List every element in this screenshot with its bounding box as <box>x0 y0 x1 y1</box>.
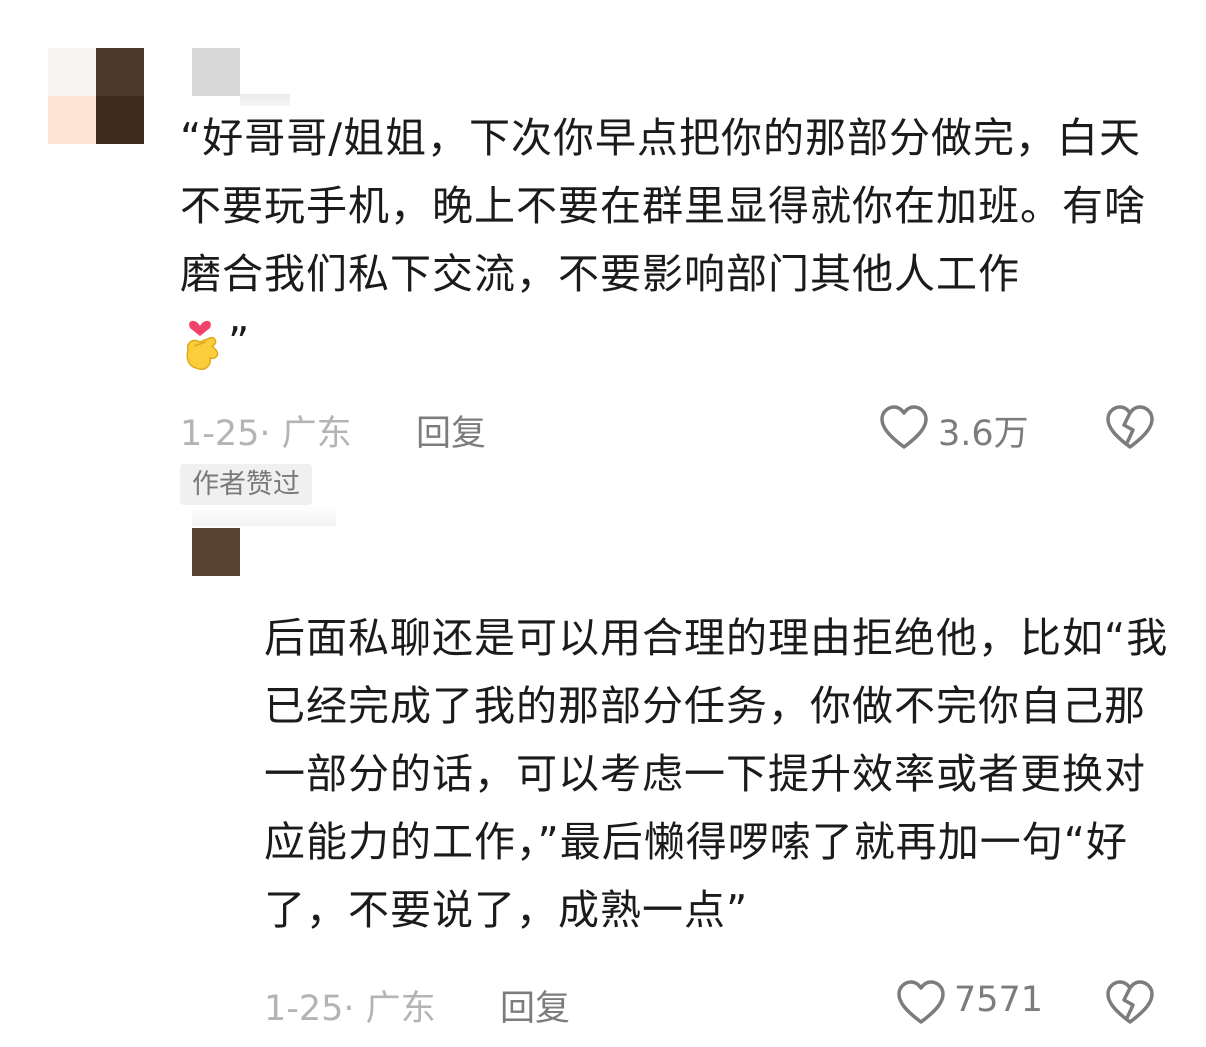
avatar-pixel <box>48 96 96 144</box>
heart-outline-icon[interactable] <box>895 978 947 1028</box>
comment-text: 后面私聊还是可以用合理的理由拒绝他，比如“我已经完成了我的那部分任务，你做不完你… <box>264 614 1169 934</box>
broken-heart-icon[interactable] <box>1104 403 1156 453</box>
avatar-pixel <box>96 96 144 144</box>
comment-body: “好哥哥/姐姐，下次你早点把你的那部分做完，白天不要玩手机，晚上不要在群里显得就… <box>180 114 1146 298</box>
author-liked-badge: 作者赞过 <box>180 464 312 505</box>
like-count: 7571 <box>954 980 1044 1020</box>
comment-quote-end: ” <box>228 318 251 366</box>
avatar-pixel <box>48 48 96 96</box>
comment-text: “好哥哥/姐姐，下次你早点把你的那部分做完，白天不要玩手机，晚上不要在群里显得就… <box>180 104 1170 376</box>
like-count: 3.6万 <box>938 414 1029 454</box>
reply-button[interactable]: 回复 <box>500 980 570 1031</box>
username-blurred[interactable] <box>192 48 240 96</box>
heart-outline-icon[interactable] <box>878 403 930 453</box>
comment-date-location: 1-25· 广东 <box>180 414 352 454</box>
avatar-pixel <box>96 48 144 96</box>
reply-button[interactable]: 回复 <box>416 405 486 456</box>
avatar[interactable] <box>48 48 144 144</box>
comment-date-location: 1-25· 广东 <box>264 989 436 1029</box>
avatar[interactable] <box>192 528 240 576</box>
finger-heart-emoji <box>180 316 220 374</box>
username-blur-edge <box>192 506 336 526</box>
broken-heart-icon[interactable] <box>1104 978 1156 1028</box>
